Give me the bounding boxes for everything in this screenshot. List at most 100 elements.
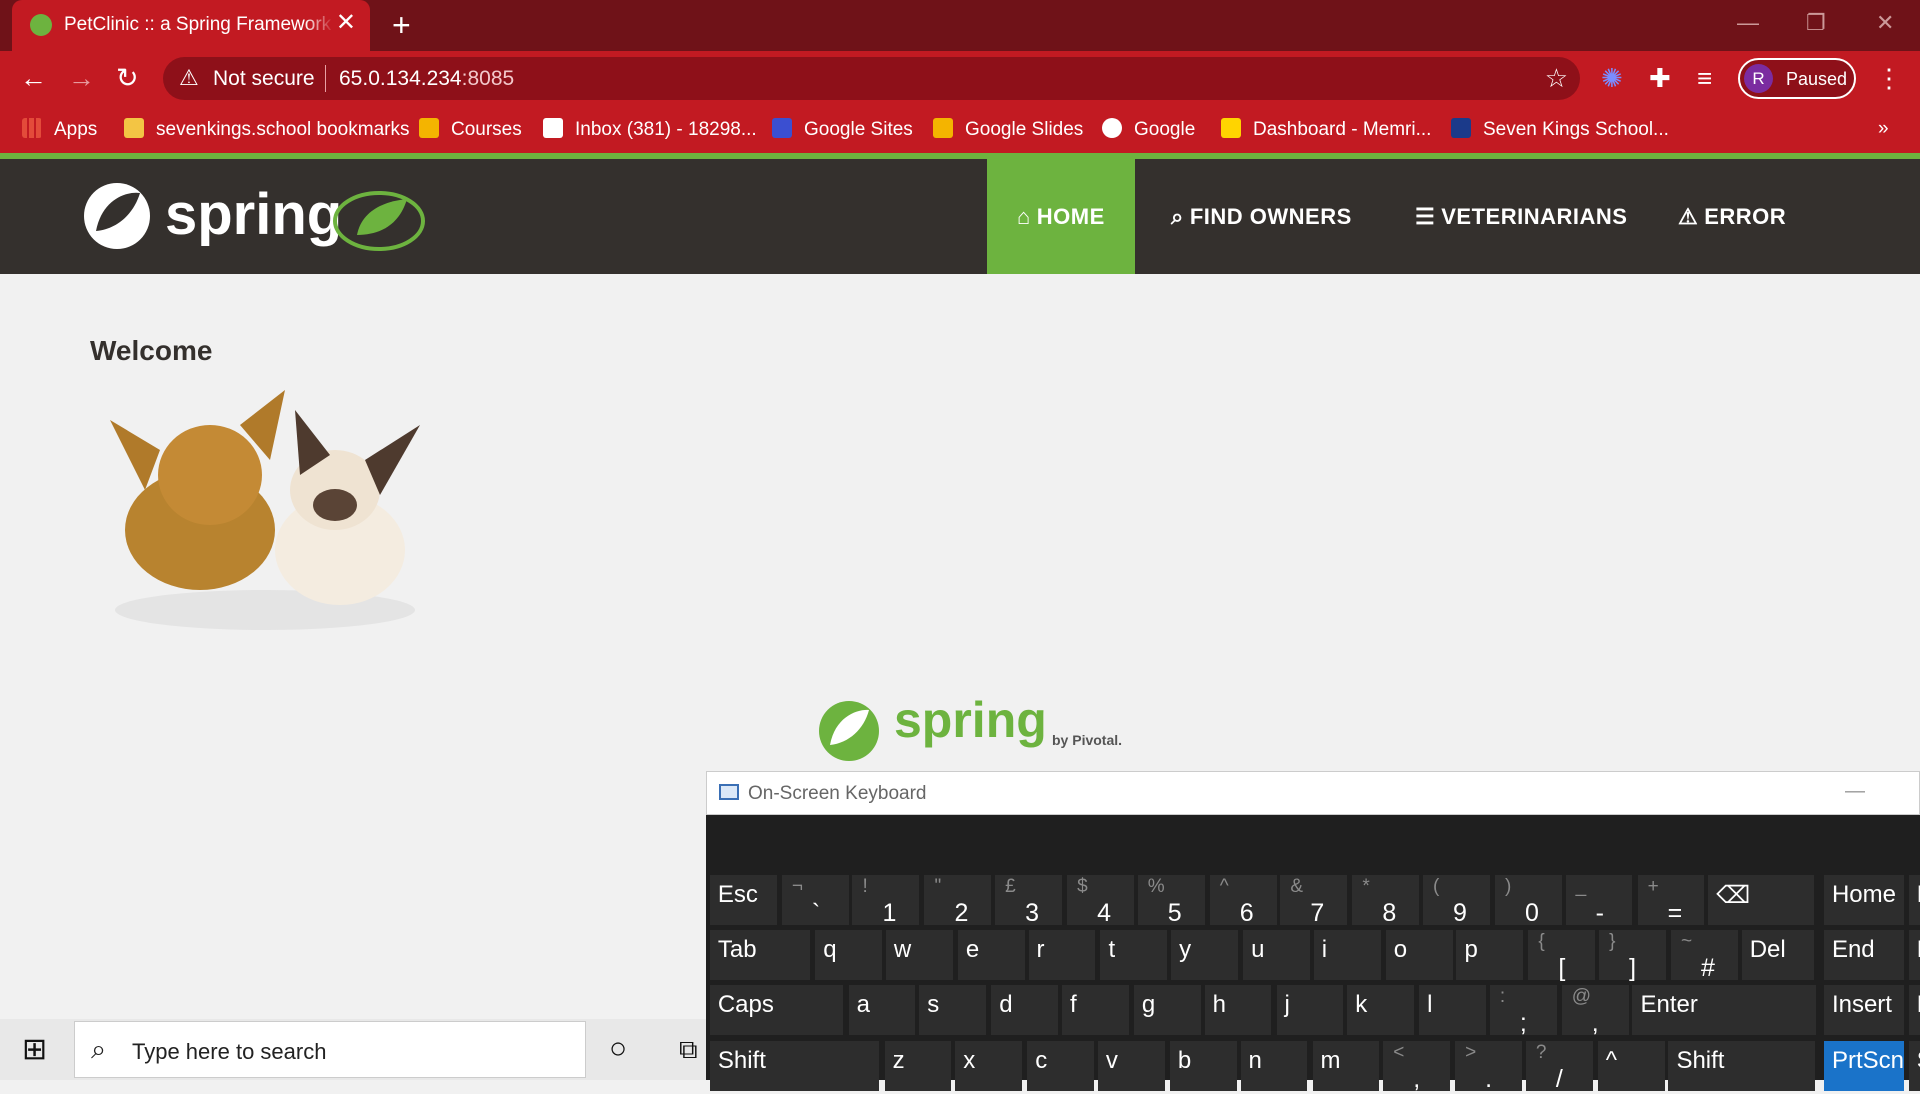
- key-[interactable]: ~ #: [1671, 930, 1738, 982]
- profile-button[interactable]: R Paused: [1738, 58, 1856, 99]
- nav-home[interactable]: ⌂ HOME: [987, 159, 1135, 274]
- nav-error[interactable]: ⚠ ERROR: [1648, 159, 1816, 274]
- key-1[interactable]: ! 1: [852, 875, 920, 927]
- key-i[interactable]: i: [1313, 930, 1381, 980]
- key-f[interactable]: f: [1061, 985, 1129, 1035]
- address-bar[interactable]: ⚠ Not secure 65.0.134.234:8085 ☆: [163, 57, 1580, 100]
- key-6[interactable]: ^ 6: [1209, 875, 1277, 927]
- key-enter[interactable]: Enter: [1632, 985, 1817, 1035]
- puzzle-extensions-icon[interactable]: ✚: [1649, 63, 1671, 93]
- minimize-window-icon[interactable]: —: [1737, 10, 1759, 36]
- key-[interactable]: _ -: [1565, 875, 1633, 927]
- spring-logo[interactable]: spring: [82, 179, 427, 259]
- key-pgdn[interactable]: PgDn: [1908, 930, 1920, 980]
- close-window-icon[interactable]: ✕: [1876, 10, 1894, 36]
- key-9[interactable]: (9: [1423, 875, 1490, 927]
- bookmark-memrise[interactable]: Dashboard - Memri...: [1221, 118, 1431, 141]
- key-l[interactable]: l: [1419, 985, 1486, 1035]
- key-scrlk[interactable]: ScrLk: [1908, 1041, 1920, 1091]
- key-p[interactable]: p: [1456, 930, 1524, 980]
- restore-window-icon[interactable]: ❐: [1806, 10, 1826, 36]
- key-esc[interactable]: Esc: [709, 875, 777, 925]
- key-pause[interactable]: Pause: [1908, 985, 1920, 1035]
- key-insert[interactable]: Insert: [1823, 985, 1904, 1035]
- bookmark-inbox[interactable]: Inbox (381) - 18298...: [543, 118, 757, 141]
- new-tab-button[interactable]: +: [392, 9, 411, 41]
- key-[interactable]: ^: [1597, 1041, 1665, 1091]
- bookmark-seven-kings-school[interactable]: Seven Kings School...: [1451, 118, 1669, 141]
- key-r[interactable]: r: [1028, 930, 1096, 980]
- key-q[interactable]: q: [815, 930, 883, 980]
- key-d[interactable]: d: [991, 985, 1059, 1035]
- key-k[interactable]: k: [1347, 985, 1415, 1035]
- key-[interactable]: :;: [1489, 985, 1557, 1037]
- key-[interactable]: + =: [1637, 875, 1705, 927]
- tab-close-icon[interactable]: ✕: [336, 11, 356, 35]
- key-y[interactable]: y: [1171, 930, 1238, 980]
- key-b[interactable]: b: [1169, 1041, 1237, 1091]
- key-s[interactable]: s: [919, 985, 987, 1035]
- key-del[interactable]: Del: [1741, 930, 1814, 980]
- key-7[interactable]: & 7: [1280, 875, 1348, 927]
- bookmark-star-icon[interactable]: ☆: [1545, 63, 1568, 94]
- key-z[interactable]: z: [884, 1041, 952, 1091]
- key-w[interactable]: w: [885, 930, 953, 980]
- key-o[interactable]: o: [1385, 930, 1453, 980]
- bookmark-courses[interactable]: Courses: [419, 118, 522, 141]
- url-text[interactable]: 65.0.134.234:8085: [339, 67, 514, 91]
- back-icon[interactable]: ←: [20, 63, 47, 93]
- key-shift[interactable]: Shift: [709, 1041, 880, 1091]
- key-2[interactable]: " 2: [924, 875, 992, 927]
- key-c[interactable]: c: [1027, 1041, 1095, 1091]
- key-m[interactable]: m: [1312, 1041, 1380, 1091]
- key-end[interactable]: End: [1823, 930, 1904, 980]
- key-[interactable]: {[: [1528, 930, 1596, 982]
- osk-minimize-button[interactable]: —: [1845, 780, 1865, 803]
- key-u[interactable]: u: [1243, 930, 1310, 980]
- bookmark-apps[interactable]: Apps: [22, 118, 97, 141]
- nav-veterinarians[interactable]: ☰ VETERINARIANS: [1385, 159, 1657, 274]
- key-[interactable]: <,: [1383, 1041, 1450, 1093]
- key-0[interactable]: ) 0: [1494, 875, 1562, 927]
- key-tab[interactable]: Tab: [709, 930, 811, 980]
- bookmark-google[interactable]: Google: [1102, 118, 1195, 141]
- windows-start-icon[interactable]: ⊞: [22, 1035, 47, 1065]
- key-5[interactable]: % 5: [1137, 875, 1205, 927]
- key-4[interactable]: $4: [1067, 875, 1134, 927]
- bookmark-sevenkings[interactable]: sevenkings.school bookmarks: [124, 118, 409, 141]
- osk-titlebar[interactable]: On-Screen Keyboard —: [706, 771, 1920, 815]
- cortana-icon[interactable]: ○: [609, 1032, 627, 1066]
- media-queue-icon[interactable]: ≡: [1697, 63, 1712, 93]
- key-8[interactable]: * 8: [1352, 875, 1420, 927]
- key-3[interactable]: £3: [995, 875, 1062, 927]
- tab-petclinic[interactable]: PetClinic :: a Spring Framework demonstr…: [12, 0, 370, 51]
- key-shift[interactable]: Shift: [1668, 1041, 1815, 1091]
- more-bookmarks-icon[interactable]: »: [1878, 118, 1889, 140]
- bookmark-google-slides[interactable]: Google Slides: [933, 118, 1083, 141]
- bookmark-google-sites[interactable]: Google Sites: [772, 118, 913, 141]
- nav-find-owners[interactable]: ⌕ FIND OWNERS: [1141, 159, 1382, 274]
- key-g[interactable]: g: [1133, 985, 1201, 1035]
- reload-icon[interactable]: ↻: [116, 63, 139, 93]
- key-[interactable]: >.: [1455, 1041, 1522, 1093]
- forward-icon[interactable]: →: [68, 63, 95, 93]
- key-home[interactable]: Home: [1823, 875, 1904, 925]
- key-pgup[interactable]: PgUp: [1908, 875, 1920, 925]
- key-prtscn[interactable]: PrtScn: [1823, 1041, 1904, 1091]
- key-h[interactable]: h: [1204, 985, 1272, 1035]
- key-[interactable]: ? /: [1525, 1041, 1593, 1093]
- key-e[interactable]: e: [957, 930, 1025, 980]
- key-[interactable]: @,: [1561, 985, 1629, 1037]
- key-x[interactable]: x: [955, 1041, 1023, 1091]
- key-caps[interactable]: Caps: [709, 985, 844, 1035]
- taskbar-search-box[interactable]: ⌕ Type here to search: [74, 1021, 586, 1078]
- key-v[interactable]: v: [1097, 1041, 1165, 1091]
- menu-kebab-icon[interactable]: ⋮: [1876, 63, 1902, 93]
- key-n[interactable]: n: [1240, 1041, 1308, 1091]
- key-[interactable]: ¬ `: [781, 875, 849, 927]
- security-label[interactable]: Not secure: [213, 67, 315, 91]
- key-[interactable]: }]: [1599, 930, 1666, 982]
- key-[interactable]: ⌫: [1708, 875, 1814, 925]
- task-view-icon[interactable]: ⧉: [679, 1034, 698, 1066]
- key-j[interactable]: j: [1276, 985, 1344, 1035]
